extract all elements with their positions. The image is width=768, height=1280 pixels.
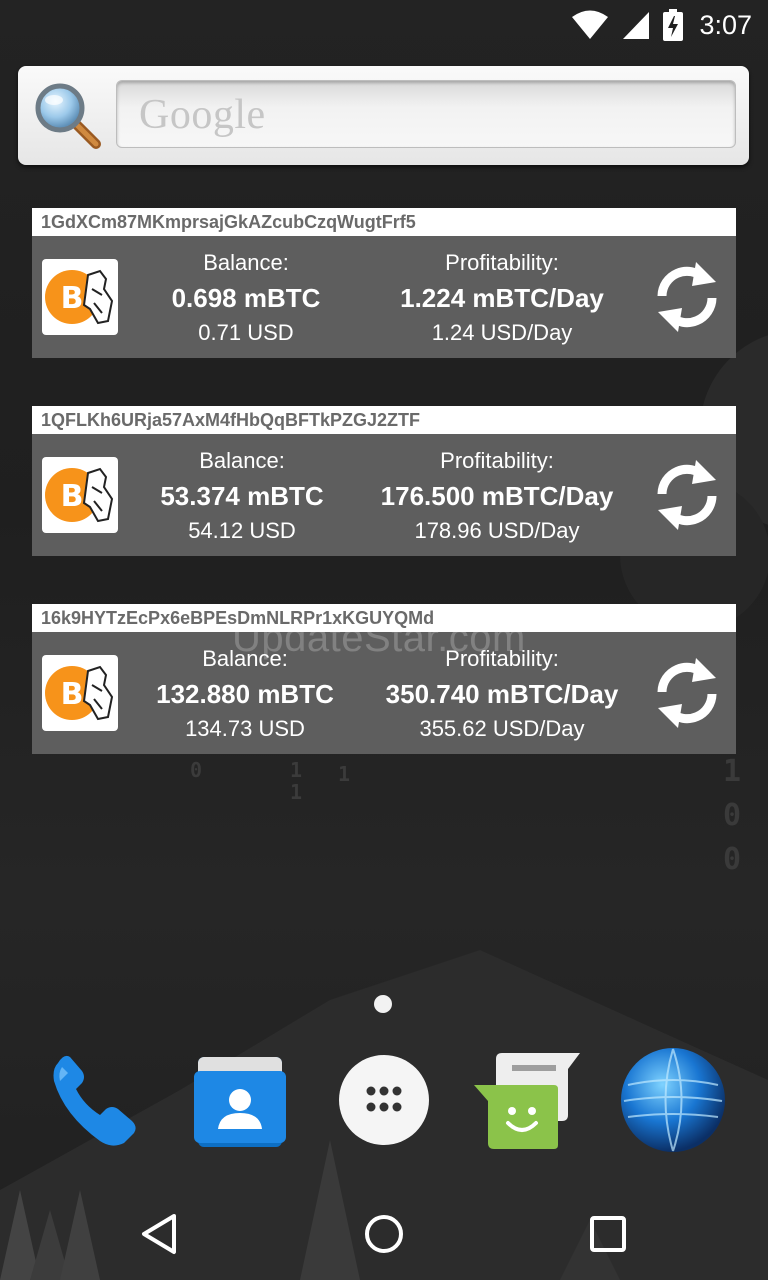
- bitcoin-miner-icon: B: [42, 259, 118, 335]
- refresh-icon[interactable]: [652, 650, 722, 736]
- wifi-icon: [572, 10, 609, 39]
- home-screen: 1 0 0 0 1 1 1 3:07 Google 1GdXCm87MKmprs…: [0, 0, 768, 1280]
- profitability-usd: 1.24 USD/Day: [431, 320, 573, 345]
- balance-column: Balance: 132.880 mBTC 134.73 USD: [132, 644, 358, 744]
- profitability-column: Profitability: 1.224 mBTC/Day 1.24 USD/D…: [362, 248, 642, 348]
- wallpaper-digit: 1: [290, 758, 303, 782]
- app-drawer-icon[interactable]: [329, 1045, 439, 1155]
- profitability-label: Profitability:: [445, 250, 559, 275]
- bitcoin-miner-icon: B: [42, 655, 118, 731]
- wallpaper-digit: 1: [338, 762, 351, 786]
- profitability-usd: 355.62 USD/Day: [419, 716, 585, 741]
- wallet-address: 1QFLKh6URja57AxM4fHbQqBFTkPZGJ2ZTF: [32, 406, 736, 434]
- wallpaper-digit-column: 1 0 0: [722, 754, 742, 877]
- page-indicator-dot: [374, 995, 392, 1013]
- search-input[interactable]: Google: [116, 80, 736, 148]
- home-icon[interactable]: [360, 1210, 408, 1258]
- profitability-column: Profitability: 350.740 mBTC/Day 355.62 U…: [358, 644, 646, 744]
- balance-label: Balance:: [203, 250, 289, 275]
- balance-usd: 54.12 USD: [188, 518, 296, 543]
- wallet-body: B Balance: 53.374 mBTC 54.12 USD Profita…: [32, 434, 736, 556]
- wallet-body: B Balance: 0.698 mBTC 0.71 USD Profitabi…: [32, 236, 736, 358]
- profitability-value: 350.740 mBTC/Day: [385, 679, 619, 709]
- google-search-widget[interactable]: Google: [18, 66, 749, 165]
- wallet-widget[interactable]: 1GdXCm87MKmprsajGkAZcubCzqWugtFrf5 B Bal…: [32, 208, 736, 358]
- signal-icon: [623, 12, 650, 39]
- back-icon[interactable]: [136, 1210, 184, 1258]
- balance-column: Balance: 0.698 mBTC 0.71 USD: [146, 248, 346, 348]
- profitability-usd: 178.96 USD/Day: [414, 518, 580, 543]
- balance-usd: 0.71 USD: [198, 320, 294, 345]
- wallpaper-digit: 0: [190, 758, 203, 782]
- balance-value: 132.880 mBTC: [156, 679, 334, 709]
- wallpaper-digit: 1: [290, 780, 303, 804]
- wallet-widget[interactable]: 1QFLKh6URja57AxM4fHbQqBFTkPZGJ2ZTF B Bal…: [32, 406, 736, 556]
- profitability-label: Profitability:: [440, 448, 554, 473]
- magnifier-icon[interactable]: [32, 80, 102, 150]
- recents-icon[interactable]: [584, 1210, 632, 1258]
- balance-label: Balance:: [202, 646, 288, 671]
- wallet-address: 16k9HYTzEcPx6eBPEsDmNLRPr1xKGUYQMd: [32, 604, 736, 632]
- browser-globe-icon[interactable]: [618, 1045, 728, 1155]
- search-placeholder: Google: [139, 92, 266, 138]
- wallet-widget[interactable]: 16k9HYTzEcPx6eBPEsDmNLRPr1xKGUYQMd B Bal…: [32, 604, 736, 754]
- battery-charging-icon: [663, 9, 684, 41]
- profitability-value: 176.500 mBTC/Day: [380, 481, 614, 511]
- balance-value: 53.374 mBTC: [160, 481, 324, 511]
- profitability-column: Profitability: 176.500 mBTC/Day 178.96 U…: [352, 446, 642, 546]
- status-bar: 3:07: [0, 0, 768, 50]
- balance-usd: 134.73 USD: [185, 716, 305, 741]
- svg-text:B: B: [61, 677, 84, 712]
- status-time: 3:07: [699, 9, 752, 40]
- refresh-icon[interactable]: [652, 254, 722, 340]
- bitcoin-miner-icon: B: [42, 457, 118, 533]
- profitability-value: 1.224 mBTC/Day: [400, 283, 604, 313]
- wallet-body: B Balance: 132.880 mBTC 134.73 USD Profi…: [32, 632, 736, 754]
- svg-text:B: B: [61, 281, 84, 316]
- balance-value: 0.698 mBTC: [171, 283, 321, 313]
- balance-column: Balance: 53.374 mBTC 54.12 USD: [132, 446, 352, 546]
- messaging-icon[interactable]: [470, 1045, 580, 1155]
- wallet-address: 1GdXCm87MKmprsajGkAZcubCzqWugtFrf5: [32, 208, 736, 236]
- navigation-bar: [0, 1184, 768, 1280]
- contacts-icon[interactable]: [184, 1045, 294, 1155]
- svg-text:B: B: [61, 479, 84, 514]
- refresh-icon[interactable]: [652, 452, 722, 538]
- balance-label: Balance:: [199, 448, 285, 473]
- profitability-label: Profitability:: [445, 646, 559, 671]
- phone-icon[interactable]: [40, 1045, 150, 1155]
